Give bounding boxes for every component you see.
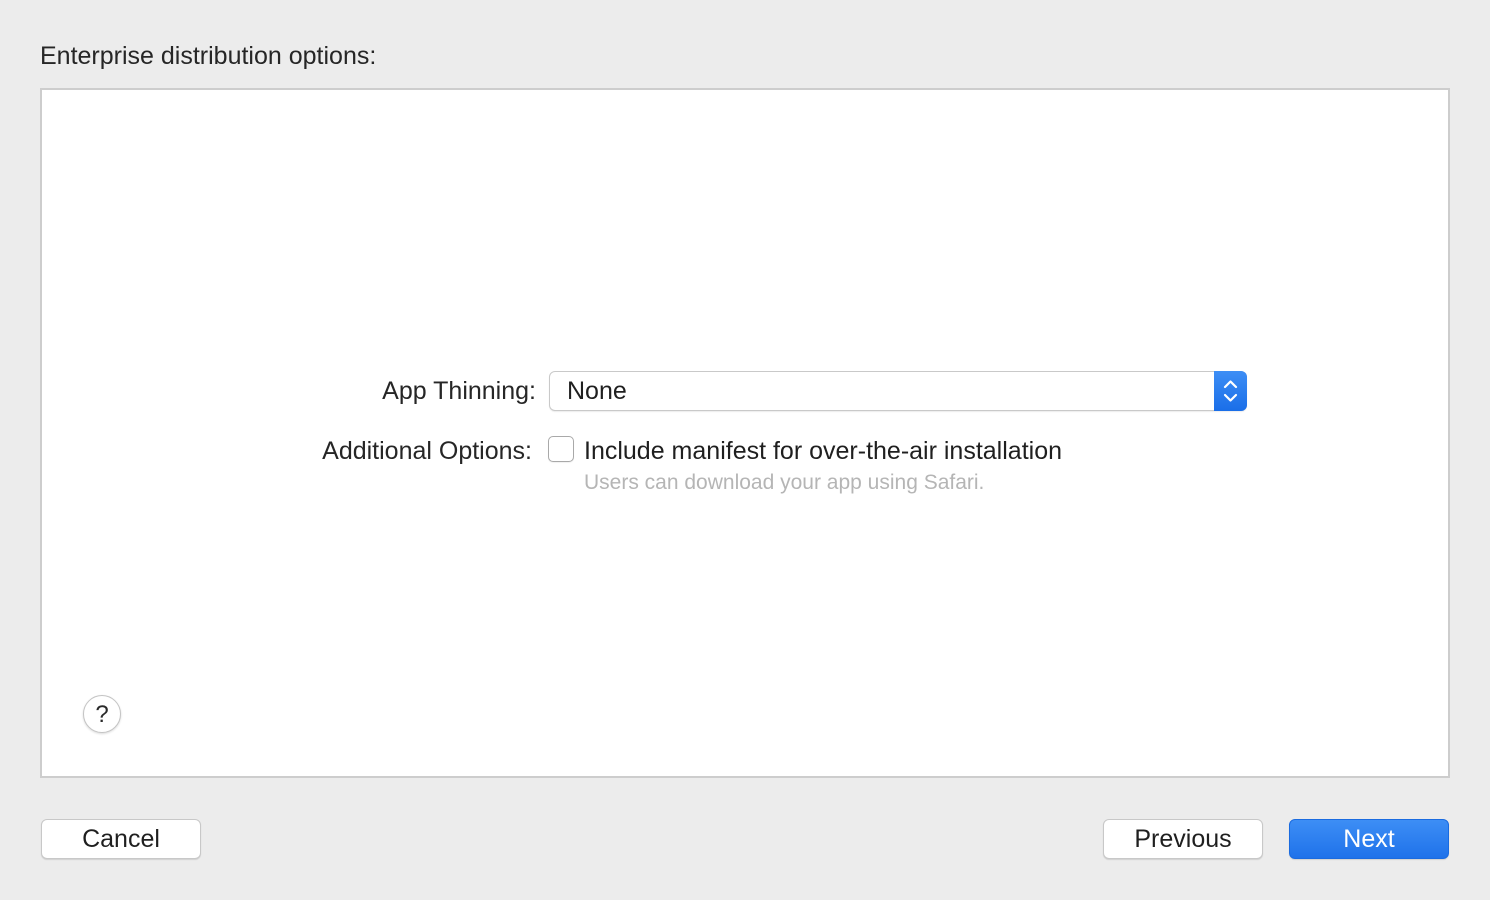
- sheet-title: Enterprise distribution options:: [40, 42, 377, 70]
- app-thinning-popup[interactable]: None: [549, 371, 1247, 411]
- cancel-button[interactable]: Cancel: [41, 819, 201, 859]
- manifest-checkbox[interactable]: [548, 436, 574, 462]
- next-button[interactable]: Next: [1289, 819, 1449, 859]
- help-button[interactable]: ?: [83, 695, 121, 733]
- manifest-checkbox-label[interactable]: Include manifest for over-the-air instal…: [584, 435, 1062, 467]
- additional-options-label: Additional Options:: [322, 437, 532, 465]
- manifest-hint: Users can download your app using Safari…: [584, 471, 985, 494]
- help-icon: ?: [95, 701, 109, 728]
- previous-button[interactable]: Previous: [1103, 819, 1263, 859]
- app-thinning-value: None: [567, 377, 627, 405]
- app-thinning-label: App Thinning:: [382, 377, 536, 405]
- popup-stepper-icon: [1214, 371, 1247, 411]
- options-panel: App Thinning: None Additional Options: I…: [40, 88, 1450, 778]
